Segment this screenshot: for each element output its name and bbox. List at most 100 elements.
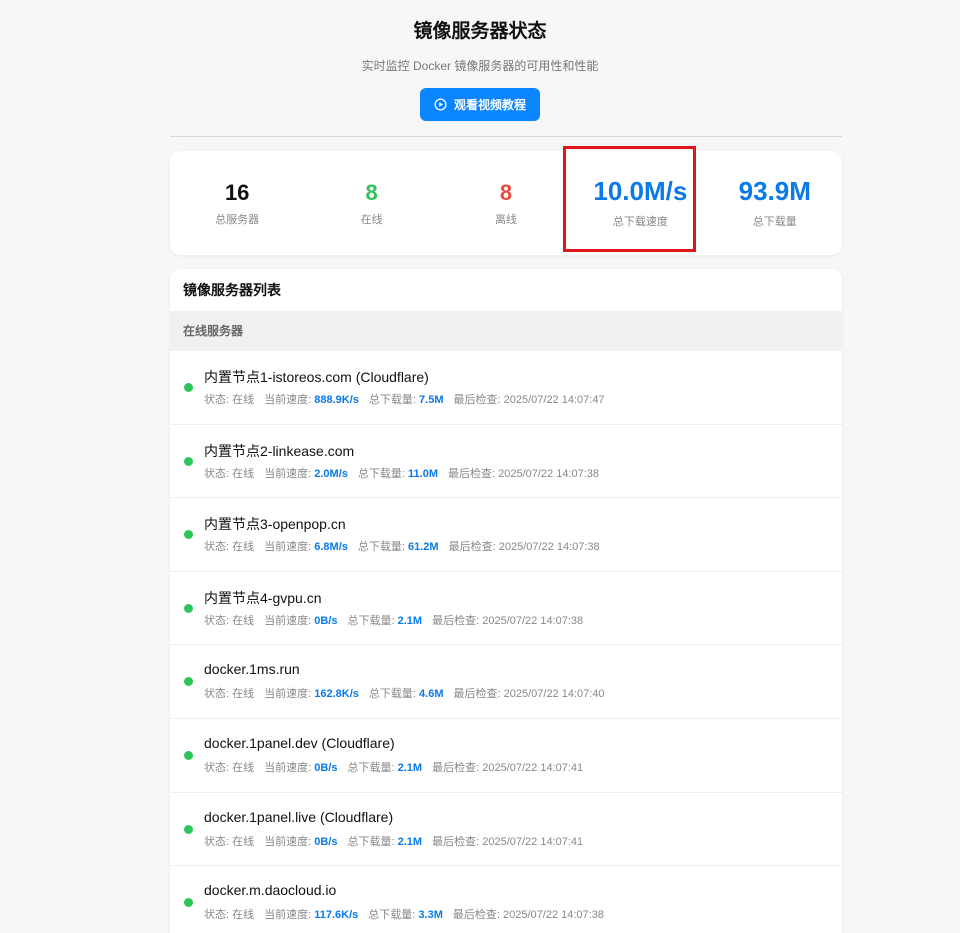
online-status-dot (184, 530, 193, 540)
speed-value: 0B/s (314, 614, 338, 627)
online-status-dot (184, 456, 193, 466)
status-label: 状态: (204, 909, 233, 922)
speed-label: 当前速度: (264, 761, 315, 774)
speed-value: 0B/s (314, 835, 338, 848)
online-status-dot (184, 898, 193, 908)
total-value: 11.0M (408, 467, 438, 480)
total-label: 总下载量: (347, 835, 398, 848)
stat-label: 在线 (360, 214, 383, 226)
speed-value: 2.0M/s (314, 467, 348, 480)
total-value: 2.1M (397, 761, 423, 774)
server-name: 内置节点4-gvpu.cn (204, 589, 322, 606)
server-meta: 状态: 在线 当前速度: 117.6K/s 总下载量: 3.3M 最后检查: 2025… (204, 906, 604, 922)
stat-label: 离线 (494, 214, 517, 226)
status-label: 状态: (204, 467, 233, 480)
speed-value: 0B/s (314, 761, 338, 774)
total-label: 总下载量: (347, 614, 398, 627)
stat-label: 总下载速度 (612, 216, 668, 228)
status-value: 在线 (232, 394, 255, 406)
server-row[interactable]: docker.1panel.dev (Cloudflare) 状态: 在线 当前速度… (170, 719, 842, 793)
speed-value: 162.8K/s (314, 688, 359, 701)
stat-value: 93.9M (738, 176, 811, 206)
checked-label: 最后检查: (453, 688, 504, 701)
status-label: 状态: (204, 541, 233, 554)
stat-total-speed: 10.0M/s 总下载速度 (585, 177, 695, 229)
checked-label: 最后检查: (432, 614, 483, 627)
server-row[interactable]: 内置节点2-linkease.com 状态: 在线 当前速度: 2.0M/s 总下载量… (170, 425, 842, 499)
speed-label: 当前速度: (264, 394, 315, 406)
stat-value: 8 (365, 180, 378, 205)
checked-value: 2025/07/22 14:07:38 (482, 614, 584, 627)
speed-label: 当前速度: (264, 614, 315, 627)
server-meta: 状态: 在线 当前速度: 0B/s 总下载量: 2.1M 最后检查: 2025/07/… (204, 612, 583, 628)
server-meta: 状态: 在线 当前速度: 162.8K/s 总下载量: 4.6M 最后检查: 2025… (204, 685, 605, 701)
checked-value: 2025/07/22 14:07:38 (498, 541, 600, 554)
server-name: docker.1panel.live (Cloudflare) (204, 808, 394, 825)
speed-value: 888.9K/s (314, 394, 359, 406)
online-status-dot (184, 824, 193, 834)
server-row[interactable]: 内置节点4-gvpu.cn 状态: 在线 当前速度: 0B/s 总下载量: 2.1M 最… (170, 572, 842, 646)
status-value: 在线 (232, 835, 255, 848)
watch-video-button[interactable]: 观看视频教程 (419, 88, 540, 121)
server-name: docker.1panel.dev (Cloudflare) (204, 734, 395, 751)
status-value: 在线 (232, 909, 255, 922)
play-circle-icon (434, 98, 447, 111)
stat-value: 16 (224, 180, 250, 205)
total-label: 总下载量: (357, 541, 409, 554)
server-list-title: 镜像服务器列表 (183, 282, 281, 298)
speed-value: 6.8M/s (314, 541, 348, 554)
status-label: 状态: (204, 614, 233, 627)
status-label: 状态: (204, 761, 233, 774)
speed-label: 当前速度: (264, 541, 315, 554)
total-value: 61.2M (408, 541, 439, 554)
page-header: 镜像服务器状态 实时监控 Docker 镜像服务器的可用性和性能 观看视频教程 (0, 0, 960, 121)
total-label: 总下载量: (347, 761, 398, 774)
speed-label: 当前速度: (264, 909, 315, 922)
online-status-dot (184, 677, 193, 687)
total-label: 总下载量: (368, 688, 420, 701)
checked-value: 2025/07/22 14:07:38 (498, 467, 600, 480)
stat-total-download: 93.9M 总下载量 (720, 177, 830, 229)
checked-label: 最后检查: (432, 835, 483, 848)
server-meta: 状态: 在线 当前速度: 888.9K/s 总下载量: 7.5M 最后检查: 2025… (204, 391, 605, 407)
server-row[interactable]: docker.1panel.live (Cloudflare) 状态: 在线 当前速… (170, 793, 842, 867)
server-meta: 状态: 在线 当前速度: 0B/s 总下载量: 2.1M 最后检查: 2025/07/… (204, 833, 583, 849)
status-value: 在线 (232, 467, 255, 480)
server-row[interactable]: 内置节点3-openpop.cn 状态: 在线 当前速度: 6.8M/s 总下载量: … (170, 498, 842, 572)
total-value: 2.1M (397, 614, 423, 627)
watch-video-label: 观看视频教程 (453, 98, 526, 112)
online-status-dot (184, 750, 193, 760)
total-label: 总下载量: (368, 909, 419, 922)
total-label: 总下载量: (357, 467, 409, 480)
stat-label: 总服务器 (215, 214, 260, 226)
checked-value: 2025/07/22 14:07:41 (482, 761, 584, 774)
stat-online: 8 在线 (317, 179, 427, 227)
checked-label: 最后检查: (453, 394, 504, 406)
server-name: docker.m.daocloud.io (204, 882, 337, 899)
checked-value: 2025/07/22 14:07:38 (503, 909, 604, 922)
speed-label: 当前速度: (264, 835, 315, 848)
speed-label: 当前速度: (264, 688, 315, 701)
status-label: 状态: (204, 688, 233, 701)
status-label: 状态: (204, 394, 233, 406)
server-meta: 状态: 在线 当前速度: 6.8M/s 总下载量: 61.2M 最后检查: 2025/… (204, 538, 600, 554)
server-row[interactable]: 内置节点1-istoreos.com (Cloudflare) 状态: 在线 当前速… (170, 351, 842, 425)
server-row[interactable]: docker.m.daocloud.io 状态: 在线 当前速度: 117.6K/s… (170, 866, 842, 933)
server-list-card: 镜像服务器列表 在线服务器 内置节点1-istoreos.com (Cloudf… (170, 269, 842, 933)
speed-label: 当前速度: (264, 467, 315, 480)
server-meta: 状态: 在线 当前速度: 0B/s 总下载量: 2.1M 最后检查: 2025/07/… (204, 759, 583, 775)
server-meta: 状态: 在线 当前速度: 2.0M/s 总下载量: 11.0M 最后检查: 2025/… (204, 465, 599, 481)
online-status-dot (184, 603, 193, 613)
checked-label: 最后检查: (448, 541, 499, 554)
checked-value: 2025/07/22 14:07:47 (503, 394, 605, 406)
checked-value: 2025/07/22 14:07:40 (503, 688, 605, 701)
stat-label: 总下载量 (752, 216, 797, 228)
stat-value: 8 (499, 180, 513, 205)
server-row[interactable]: docker.1ms.run 状态: 在线 当前速度: 162.8K/s 总下载量: … (170, 645, 842, 719)
checked-label: 最后检查: (432, 761, 483, 774)
online-status-dot (184, 383, 193, 392)
total-value: 4.6M (419, 688, 444, 701)
total-label: 总下载量: (368, 394, 420, 406)
server-name: 内置节点2-linkease.com (204, 442, 355, 459)
total-value: 3.3M (418, 909, 443, 922)
